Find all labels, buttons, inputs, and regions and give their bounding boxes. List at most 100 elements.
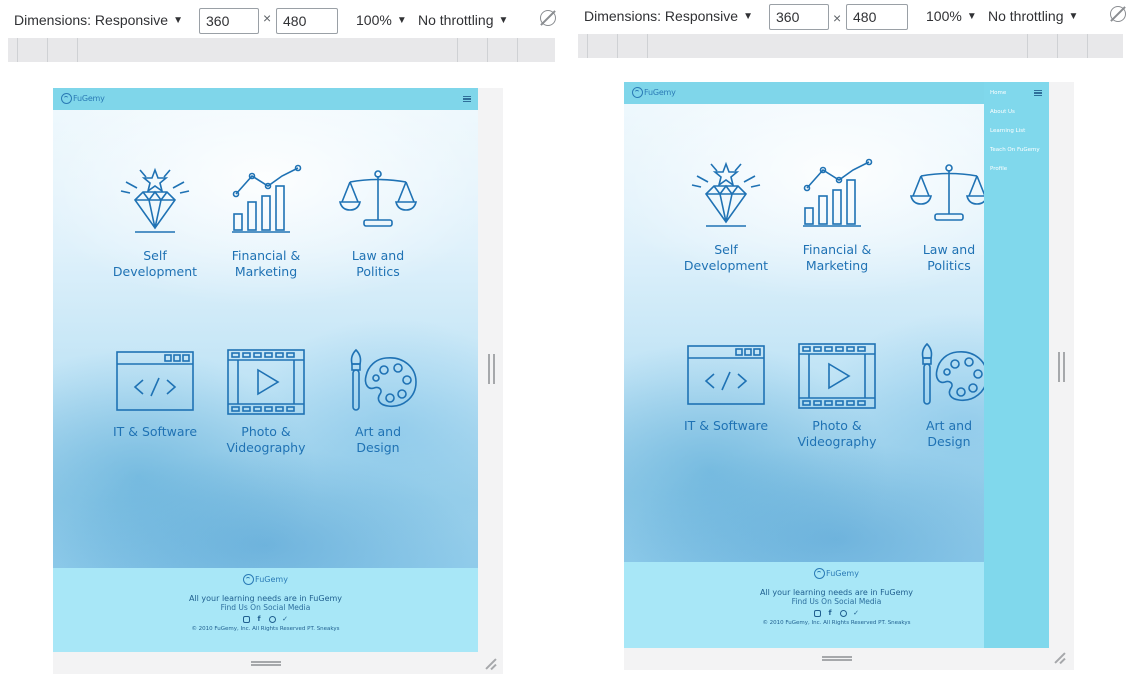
height-input[interactable]: 480 xyxy=(276,8,338,34)
category-it-software[interactable]: IT & Software xyxy=(671,340,781,434)
scales-icon xyxy=(909,164,989,221)
category-law-politics[interactable]: Law and Politics xyxy=(323,158,433,280)
dimensions-dropdown[interactable]: Dimensions: Responsive ▼ xyxy=(14,6,183,34)
nav-item-teach[interactable]: Teach On FuGemy xyxy=(990,147,1040,153)
category-label: Financial & Marketing xyxy=(802,242,872,273)
instagram-icon[interactable] xyxy=(813,610,821,617)
zoom-dropdown[interactable]: 100% ▼ xyxy=(356,6,407,34)
hamburger-menu-icon[interactable] xyxy=(463,96,471,102)
nav-item-learning-list[interactable]: Learning List xyxy=(990,128,1040,134)
logo-text: FuGemy xyxy=(644,88,676,97)
dimensions-dropdown[interactable]: Dimensions: Responsive ▼ xyxy=(584,2,753,30)
nav-item-profile[interactable]: Profile xyxy=(990,166,1040,172)
logo-text: FuGemy xyxy=(255,575,288,584)
resize-handle-corner[interactable] xyxy=(485,658,497,670)
category-label: Photo & Videography xyxy=(226,424,306,455)
nav-item-about-us[interactable]: About Us xyxy=(990,109,1040,115)
palette-icon xyxy=(921,342,988,405)
category-photo-videography[interactable]: Photo & Videography xyxy=(211,346,321,456)
instagram-icon[interactable] xyxy=(242,616,250,623)
throttle-label: No throttling xyxy=(418,12,494,28)
category-financial-marketing[interactable]: Financial & Marketing xyxy=(211,158,321,280)
category-label: Art and Design xyxy=(354,424,402,455)
category-label: IT & Software xyxy=(683,418,769,433)
nav-list: Home About Us Learning List Teach On FuG… xyxy=(990,90,1040,185)
logo-text: FuGemy xyxy=(73,94,105,103)
width-input[interactable]: 360 xyxy=(769,4,829,30)
resize-handle-corner[interactable] xyxy=(1054,652,1066,664)
resize-handle-bottom[interactable] xyxy=(822,656,852,661)
film-play-icon xyxy=(798,343,876,409)
site-logo[interactable]: FuGemy xyxy=(632,87,676,98)
device-toolbar: Dimensions: Responsive ▼ 360 × 480 100% … xyxy=(570,4,1130,34)
zoom-dropdown[interactable]: 100% ▼ xyxy=(926,2,977,30)
resize-handle-bottom[interactable] xyxy=(251,661,281,666)
category-self-development[interactable]: Self Development xyxy=(671,152,781,274)
copyright: © 2010 FuGemy, Inc. All Rights Reserved … xyxy=(191,626,340,632)
logo-icon xyxy=(632,87,643,98)
category-label: IT & Software xyxy=(112,424,198,439)
twitter-icon[interactable]: ✓ xyxy=(282,616,289,623)
device-toolbar: Dimensions: Responsive ▼ 360 × 480 100% … xyxy=(0,6,563,34)
category-grid: Self Development Financial & Marketing L… xyxy=(53,110,478,568)
chevron-down-icon: ▼ xyxy=(498,14,509,26)
media-query-bar[interactable] xyxy=(578,34,1123,58)
facebook-icon[interactable]: f xyxy=(827,610,834,617)
category-label: Law and Politics xyxy=(351,248,405,279)
emulated-device: FuGemy Self Development Financial & Mark… xyxy=(53,88,503,674)
scales-icon xyxy=(338,170,418,227)
zoom-label: 100% xyxy=(356,12,392,28)
throttle-label: No throttling xyxy=(988,8,1064,24)
site-logo[interactable]: FuGemy xyxy=(61,93,105,104)
diamond-icon xyxy=(691,161,761,227)
chart-icon xyxy=(232,164,302,233)
times-sign: × xyxy=(833,10,842,26)
palette-icon xyxy=(350,348,417,411)
throttle-dropdown[interactable]: No throttling ▼ xyxy=(418,6,508,34)
logo-text: FuGemy xyxy=(826,569,859,578)
resize-handle-right[interactable] xyxy=(1058,352,1066,382)
height-input[interactable]: 480 xyxy=(846,4,908,30)
footer-logo[interactable]: FuGemy xyxy=(243,574,288,585)
dimensions-label: Dimensions: Responsive xyxy=(584,8,739,24)
chevron-down-icon: ▼ xyxy=(396,14,407,26)
site-header: FuGemy xyxy=(53,88,478,110)
footer-logo[interactable]: FuGemy xyxy=(814,568,859,579)
category-it-software[interactable]: IT & Software xyxy=(100,346,210,440)
category-label: Photo & Videography xyxy=(797,418,877,449)
devtools-pane-right: Dimensions: Responsive ▼ 360 × 480 100% … xyxy=(570,0,1130,675)
whatsapp-icon[interactable] xyxy=(268,616,276,623)
film-play-icon xyxy=(227,349,305,415)
zoom-label: 100% xyxy=(926,8,962,24)
twitter-icon[interactable]: ✓ xyxy=(853,610,860,617)
site-viewport: FuGemy Self Development Financial & Mark… xyxy=(53,88,478,652)
category-art-design[interactable]: Art and Design xyxy=(323,346,433,456)
logo-icon xyxy=(814,568,826,579)
category-photo-videography[interactable]: Photo & Videography xyxy=(782,340,892,450)
chevron-down-icon: ▼ xyxy=(966,10,977,22)
logo-icon xyxy=(61,93,72,104)
site-viewport: FuGemy Self Development Financial & Mark… xyxy=(624,82,1049,648)
resize-handle-right[interactable] xyxy=(488,354,496,384)
emulated-device: FuGemy Self Development Financial & Mark… xyxy=(624,82,1074,670)
logo-icon xyxy=(243,574,255,585)
code-window-icon xyxy=(116,351,194,411)
social-heading: Find Us On Social Media xyxy=(220,603,311,612)
category-label: Financial & Marketing xyxy=(231,248,301,279)
footer-tagline: All your learning needs are in FuGemy xyxy=(188,594,343,603)
width-input[interactable]: 360 xyxy=(199,8,259,34)
chevron-down-icon: ▼ xyxy=(173,14,183,26)
chevron-down-icon: ▼ xyxy=(1068,10,1079,22)
category-financial-marketing[interactable]: Financial & Marketing xyxy=(782,152,892,274)
whatsapp-icon[interactable] xyxy=(839,610,847,617)
rotate-icon[interactable] xyxy=(1110,6,1126,22)
media-query-bar[interactable] xyxy=(8,38,555,62)
site-footer: FuGemy All your learning needs are in Fu… xyxy=(53,568,478,652)
category-label: Self Development xyxy=(112,248,198,279)
rotate-icon[interactable] xyxy=(540,10,556,26)
nav-item-home[interactable]: Home xyxy=(990,90,1040,96)
facebook-icon[interactable]: f xyxy=(256,616,263,623)
category-self-development[interactable]: Self Development xyxy=(100,158,210,280)
social-links: f ✓ xyxy=(53,616,478,623)
throttle-dropdown[interactable]: No throttling ▼ xyxy=(988,2,1078,30)
